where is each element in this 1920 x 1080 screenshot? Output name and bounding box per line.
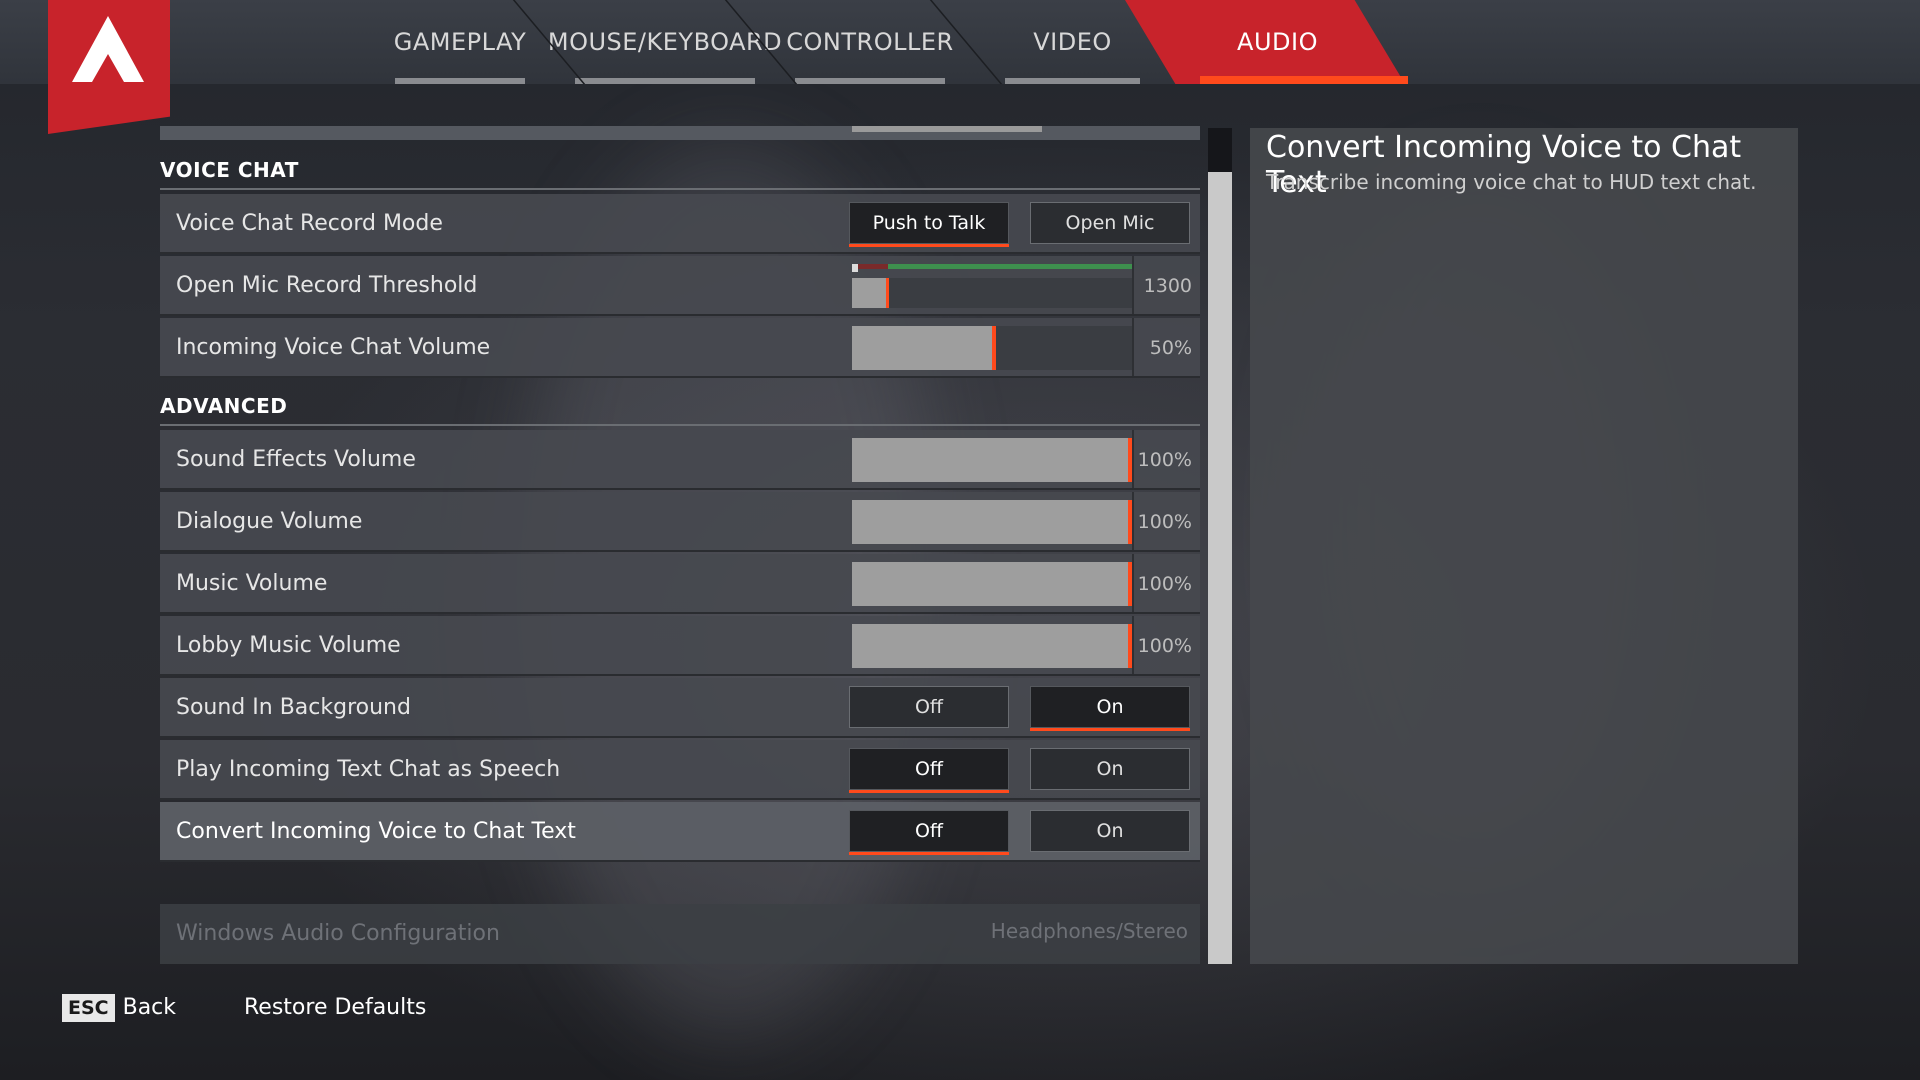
back-label: Back: [122, 995, 177, 1020]
tab-label: CONTROLLER: [786, 28, 954, 56]
divider: [1132, 554, 1134, 612]
row-sound-effects-volume[interactable]: Sound Effects Volume 100%: [160, 430, 1200, 490]
restore-defaults-button[interactable]: Restore Defaults: [244, 990, 426, 1026]
slider-handle[interactable]: [886, 278, 889, 308]
tab-underline: [795, 78, 945, 84]
tab-label: AUDIO: [1237, 28, 1318, 56]
row-text-chat-speech[interactable]: Play Incoming Text Chat as Speech Off On: [160, 740, 1200, 800]
off-button[interactable]: Off: [849, 810, 1009, 855]
volume-slider[interactable]: [852, 438, 1132, 482]
setting-label: Sound In Background: [176, 695, 411, 720]
setting-label: Sound Effects Volume: [176, 447, 416, 472]
row-voice-to-chat-text[interactable]: Convert Incoming Voice to Chat Text Off …: [160, 802, 1200, 862]
slider-fill: [852, 500, 1132, 544]
apex-logo-icon: [72, 16, 144, 82]
row-open-mic-threshold[interactable]: Open Mic Record Threshold 1300: [160, 256, 1200, 316]
open-mic-button[interactable]: Open Mic: [1030, 202, 1190, 244]
on-button[interactable]: On: [1030, 810, 1190, 852]
setting-value: 100%: [1137, 573, 1192, 595]
divider: [1132, 256, 1134, 314]
slider-fill: [852, 624, 1132, 668]
volume-slider[interactable]: [852, 326, 1132, 370]
tab-label: GAMEPLAY: [393, 28, 527, 56]
mic-level-low: [858, 264, 888, 269]
row-windows-audio-config: Windows Audio Configuration Headphones/S…: [160, 904, 1200, 964]
description-text: Transcribe incoming voice chat to HUD te…: [1266, 170, 1757, 194]
volume-slider[interactable]: [852, 562, 1132, 606]
slider-handle[interactable]: [992, 326, 996, 370]
previous-row-fragment: [160, 126, 1200, 140]
back-button[interactable]: ESC Back: [62, 990, 176, 1026]
setting-value: 100%: [1137, 511, 1192, 533]
threshold-slider[interactable]: [852, 264, 1132, 308]
setting-label: Open Mic Record Threshold: [176, 273, 478, 298]
section-title-voice-chat: VOICE CHAT: [160, 154, 1200, 190]
setting-label: Music Volume: [176, 571, 328, 596]
setting-label: Windows Audio Configuration: [176, 921, 500, 946]
slider-fill: [852, 438, 1132, 482]
divider: [1132, 492, 1134, 550]
tab-underline: [395, 78, 525, 84]
slider-track: [852, 278, 1132, 308]
slider-fill: [852, 326, 992, 370]
row-lobby-music-volume[interactable]: Lobby Music Volume 100%: [160, 616, 1200, 676]
setting-value: 100%: [1137, 635, 1192, 657]
top-nav-bar: [0, 0, 1920, 84]
volume-slider[interactable]: [852, 500, 1132, 544]
on-button[interactable]: On: [1030, 686, 1190, 731]
row-sound-in-background[interactable]: Sound In Background Off On: [160, 678, 1200, 738]
push-to-talk-button[interactable]: Push to Talk: [849, 202, 1009, 247]
row-incoming-voice-volume[interactable]: Incoming Voice Chat Volume 50%: [160, 318, 1200, 378]
apex-logo: [48, 0, 170, 134]
divider: [1132, 430, 1134, 488]
setting-value: 1300: [1143, 275, 1192, 297]
slider-fill: [852, 278, 886, 308]
setting-label: Play Incoming Text Chat as Speech: [176, 757, 561, 782]
setting-label: Voice Chat Record Mode: [176, 211, 443, 236]
divider: [1132, 318, 1134, 376]
scrollbar-thumb[interactable]: [1208, 172, 1232, 964]
slider-fill: [852, 562, 1132, 606]
tab-audio[interactable]: AUDIO: [1200, 0, 1355, 84]
esc-key-icon: ESC: [62, 994, 115, 1022]
section-title-advanced: ADVANCED: [160, 390, 1200, 426]
setting-label: Convert Incoming Voice to Chat Text: [176, 819, 576, 844]
tab-label: MOUSE/KEYBOARD: [547, 28, 783, 56]
setting-value: 100%: [1137, 449, 1192, 471]
row-dialogue-volume[interactable]: Dialogue Volume 100%: [160, 492, 1200, 552]
volume-slider[interactable]: [852, 624, 1132, 668]
setting-label: Dialogue Volume: [176, 509, 363, 534]
tab-label: VIDEO: [1033, 28, 1112, 56]
setting-label: Lobby Music Volume: [176, 633, 401, 658]
off-button[interactable]: Off: [849, 748, 1009, 793]
row-music-volume[interactable]: Music Volume 100%: [160, 554, 1200, 614]
setting-label: Incoming Voice Chat Volume: [176, 335, 491, 360]
tab-video[interactable]: VIDEO: [995, 0, 1150, 84]
slider-fill: [852, 126, 1042, 132]
on-button[interactable]: On: [1030, 748, 1190, 790]
off-button[interactable]: Off: [849, 686, 1009, 728]
tab-underline: [575, 78, 755, 84]
setting-value: 50%: [1149, 337, 1192, 359]
setting-value: Headphones/Stereo: [990, 919, 1188, 943]
row-voice-chat-record-mode[interactable]: Voice Chat Record Mode Push to Talk Open…: [160, 194, 1200, 254]
mic-level-high: [888, 264, 1132, 269]
divider: [1132, 616, 1134, 674]
tab-gameplay[interactable]: GAMEPLAY: [385, 0, 535, 84]
tab-underline: [1005, 78, 1140, 84]
tab-controller[interactable]: CONTROLLER: [785, 0, 955, 84]
description-panel: Convert Incoming Voice to Chat Text Tran…: [1250, 128, 1798, 964]
